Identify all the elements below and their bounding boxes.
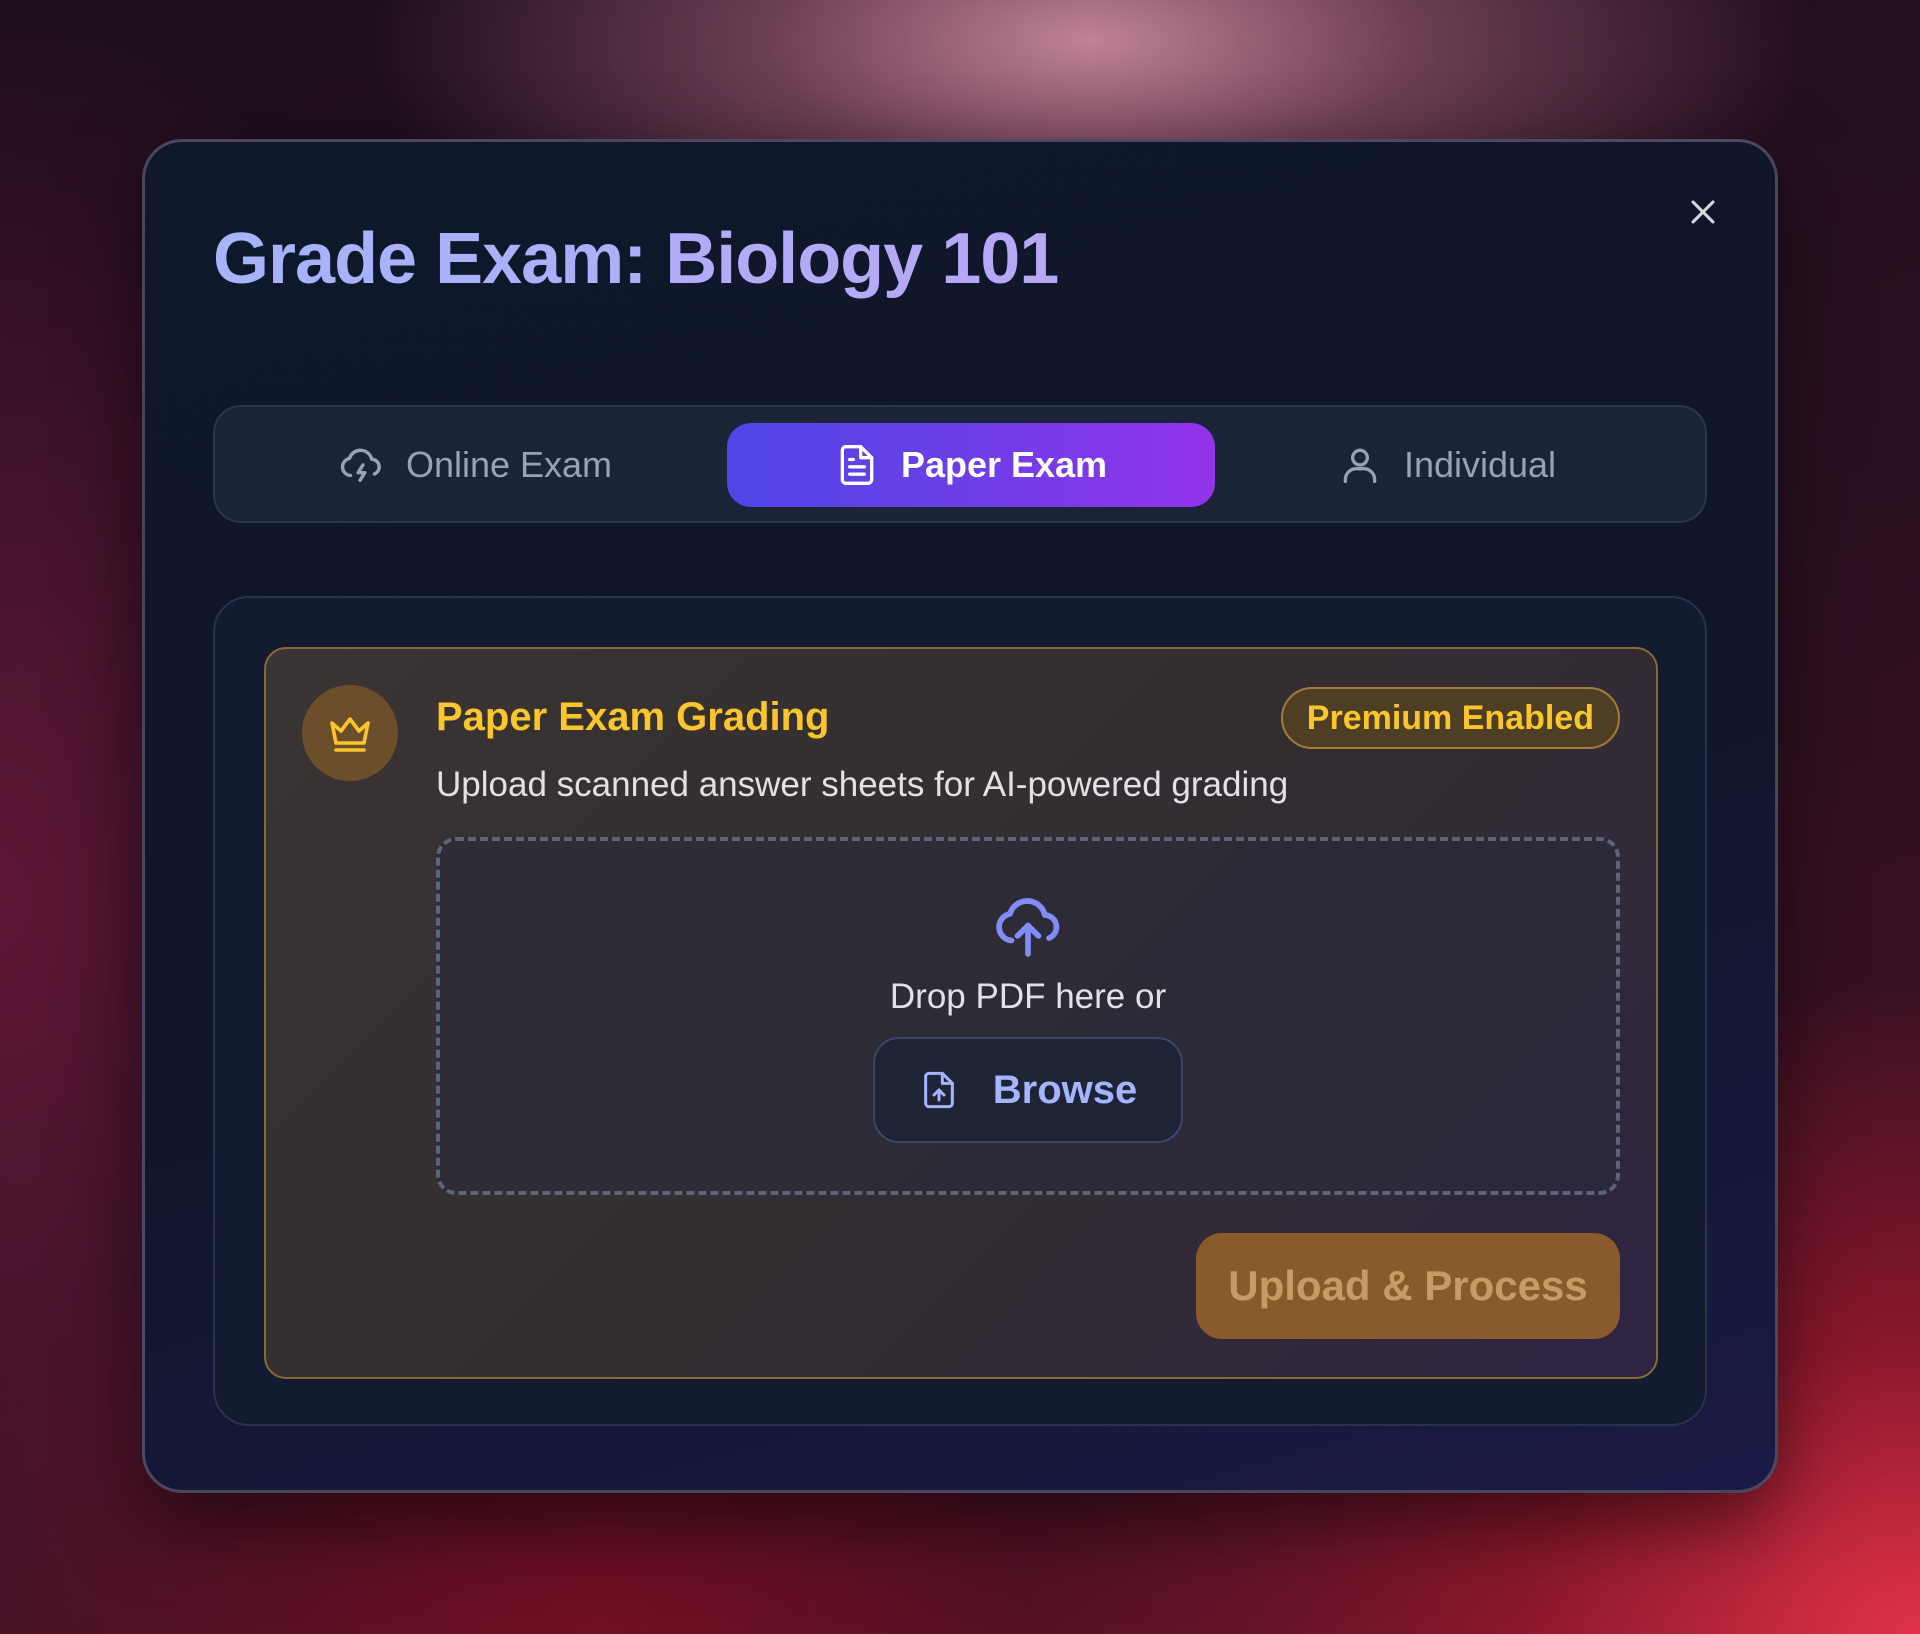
crown-icon: [330, 717, 370, 752]
cloud-lightning-icon: [340, 448, 381, 483]
tab-online-exam[interactable]: Online Exam: [231, 423, 719, 507]
tab-label: Online Exam: [405, 444, 613, 485]
tab-individual[interactable]: Individual: [1203, 423, 1691, 507]
tab-content-panel: Paper Exam Grading Premium Enabled Uploa…: [213, 596, 1707, 1426]
file-upload-icon: [923, 1071, 954, 1109]
browse-button[interactable]: Browse: [873, 1037, 1183, 1143]
close-button[interactable]: [1683, 192, 1723, 232]
crown-badge: [302, 685, 398, 781]
cloud-upload-icon: [996, 898, 1060, 957]
document-icon: [840, 445, 874, 485]
modal-title: Grade Exam: Biology 101: [213, 219, 1059, 299]
close-icon: [1691, 200, 1715, 224]
card-title: Paper Exam Grading: [436, 695, 830, 739]
pdf-dropzone[interactable]: Drop PDF here or Browse: [436, 837, 1620, 1195]
paper-exam-card: Paper Exam Grading Premium Enabled Uploa…: [264, 647, 1658, 1379]
upload-process-button[interactable]: Upload & Process: [1196, 1233, 1620, 1339]
grading-mode-tabs: Online Exam Paper Exam Individual: [213, 405, 1707, 523]
grade-exam-modal: Grade Exam: Biology 101 Online Exam Pape…: [142, 139, 1778, 1493]
premium-badge: Premium Enabled: [1280, 687, 1620, 749]
tab-label: Individual: [1403, 444, 1557, 485]
browse-label: Browse: [992, 1067, 1138, 1112]
user-icon: [1343, 448, 1377, 484]
tab-paper-exam[interactable]: Paper Exam: [727, 423, 1215, 507]
dropzone-text: Drop PDF here or: [889, 977, 1167, 1016]
card-subtitle: Upload scanned answer sheets for AI-powe…: [436, 765, 1289, 804]
tab-label: Paper Exam: [900, 444, 1108, 485]
